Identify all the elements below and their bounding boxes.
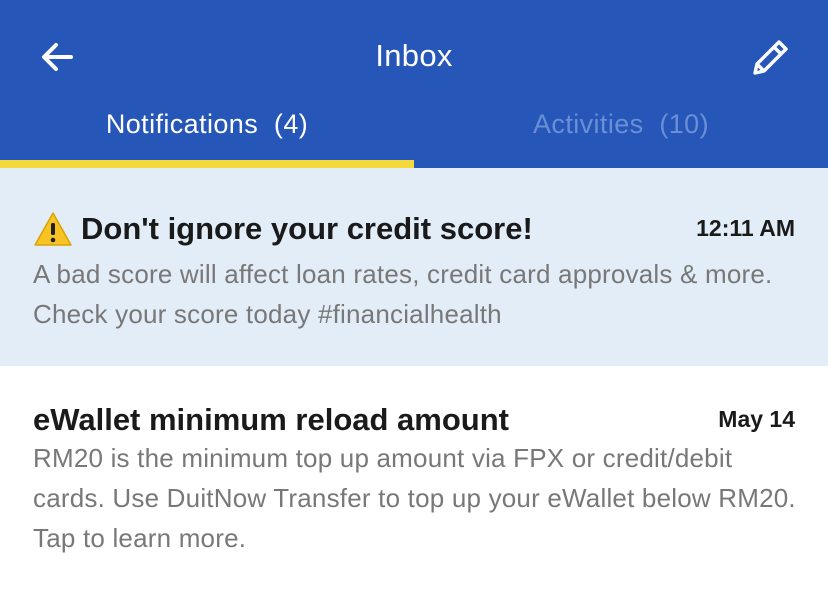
tab-activities[interactable]: Activities (10) <box>414 100 828 168</box>
notification-title-text: eWallet minimum reload amount <box>33 402 509 437</box>
notification-item[interactable]: eWallet minimum reload amount May 14 RM2… <box>0 366 828 596</box>
notification-time: 12:11 AM <box>696 215 795 241</box>
notification-time: May 14 <box>718 406 795 432</box>
tab-notifications[interactable]: Notifications (4) <box>0 100 414 168</box>
pencil-icon <box>753 40 788 75</box>
tab-activities-label: Activities (10) <box>533 109 709 139</box>
notification-body: A bad score will affect loan rates, cred… <box>33 259 773 329</box>
notification-title: eWallet minimum reload amount <box>33 402 509 438</box>
app-header: Inbox Notifications (4) Activities (10) <box>0 0 828 168</box>
notification-item[interactable]: Don't ignore your credit score! 12:11 AM… <box>0 168 828 366</box>
active-tab-indicator <box>0 160 414 168</box>
notification-body: RM20 is the minimum top up amount via FP… <box>33 443 796 553</box>
notification-title-text: Don't ignore your credit score! <box>81 211 533 246</box>
warning-icon <box>34 212 72 246</box>
page-title: Inbox <box>375 38 453 73</box>
edit-button[interactable] <box>742 30 798 86</box>
notification-title: Don't ignore your credit score! <box>33 211 533 247</box>
